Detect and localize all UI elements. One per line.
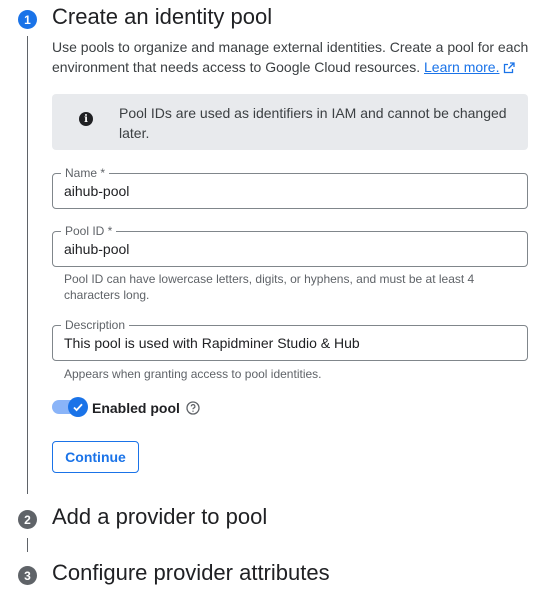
name-field-label: Name *: [61, 166, 110, 180]
step-2-title[interactable]: Add a provider to pool: [52, 504, 267, 530]
step-3-badge[interactable]: 3: [18, 566, 37, 585]
description-hint: Appears when granting access to pool ide…: [64, 367, 322, 381]
pool-id-field-value[interactable]: aihub-pool: [64, 241, 129, 257]
pool-id-hint: Pool ID can have lowercase letters, digi…: [64, 272, 475, 302]
learn-more-link[interactable]: Learn more.: [424, 59, 499, 75]
step-1-badge: 1: [18, 10, 37, 29]
description-field[interactable]: Description This pool is used with Rapid…: [52, 318, 528, 361]
checkmark-icon: [73, 403, 83, 412]
description-field-label: Description: [61, 318, 130, 332]
info-banner: i Pool IDs are used as identifiers in IA…: [52, 94, 528, 150]
step-connector-2: [27, 538, 28, 552]
help-icon[interactable]: [186, 401, 200, 415]
step-3-title[interactable]: Configure provider attributes: [52, 560, 330, 586]
step-3-number: 3: [24, 568, 31, 583]
enabled-pool-toggle[interactable]: [52, 397, 88, 417]
step-2-number: 2: [24, 512, 31, 527]
step-connector-1: [27, 36, 28, 494]
info-banner-text: Pool IDs are used as identifiers in IAM …: [119, 105, 507, 141]
step-2-badge[interactable]: 2: [18, 510, 37, 529]
continue-button[interactable]: Continue: [52, 441, 139, 473]
pool-id-field-label: Pool ID *: [61, 224, 117, 238]
name-field[interactable]: Name * aihub-pool: [52, 166, 528, 209]
external-link-icon: [504, 62, 516, 74]
description-field-value[interactable]: This pool is used with Rapidminer Studio…: [64, 335, 360, 351]
info-icon: i: [79, 112, 93, 126]
step-1-number: 1: [24, 12, 31, 27]
toggle-thumb: [68, 397, 88, 417]
name-field-value[interactable]: aihub-pool: [64, 183, 129, 199]
step-1-title: Create an identity pool: [52, 4, 273, 29]
enabled-pool-label: Enabled pool: [92, 400, 180, 416]
intro-text-block: Use pools to organize and manage externa…: [52, 37, 530, 77]
pool-id-field[interactable]: Pool ID * aihub-pool: [52, 224, 528, 267]
